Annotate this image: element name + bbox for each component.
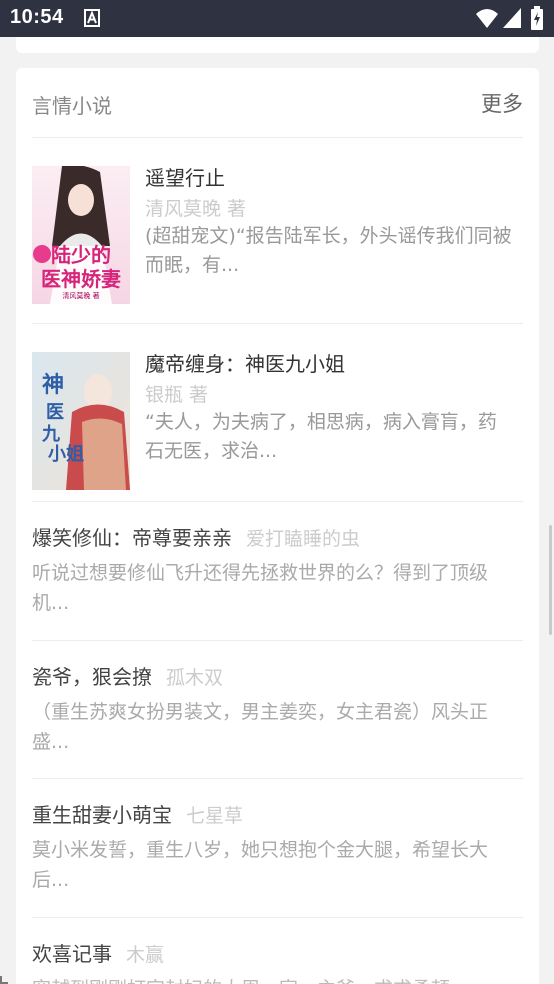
list-item-description: 穿越到刚刚打完封妃的大周，家、主爷，求求柔顿... [32,974,522,984]
cellular-signal-icon [503,8,521,32]
book-author: 清风莫晚 著 [145,198,247,220]
list-item-title[interactable]: 欢喜记事 木赢 [32,938,164,967]
section-header: 言情小说 更多 [32,68,523,138]
list-item-title-text: 欢喜记事 [32,942,112,966]
list-item-author: 木赢 [126,944,165,966]
section-title: 言情小说 [32,94,112,118]
status-time: 10:54 [10,6,64,28]
more-button[interactable]: 更多 [481,88,523,118]
book-author: 银瓶 著 [145,384,209,406]
list-item-title-text: 爆笑修仙：帝尊要亲亲 [32,526,232,550]
list-item-author: 爱打瞌睡的虫 [246,528,361,550]
list-item-description: （重生苏爽女扮男装文，男主姜奕，女主君瓷）风头正盛... [32,701,489,753]
featured-book-1[interactable]: 陆少的 医神娇妻 清风莫晚 著 遥望行止 清风莫晚 著 (超甜宠文)“报告陆军长… [32,138,523,324]
list-item-title-text: 重生甜妻小萌宝 [32,803,172,827]
wifi-icon [476,8,498,32]
list-item[interactable]: 欢喜记事木赢 穿越到刚刚打完封妃的大周，家、主爷，求求柔顿... [32,918,523,984]
romance-section-card: 言情小说 更多 陆少的 医神娇妻 清风莫晚 著 遥望行止 清风莫晚 著 (超甜宠… [16,68,539,984]
list-item-description: 听说过想要修仙飞升还得先拯救世界的么？得到了顶级机... [32,562,489,614]
battery-charging-icon [531,6,543,34]
svg-text:神: 神 [42,372,64,398]
list-item[interactable]: 重生甜妻小萌宝 七星草 莫小米发誓，重生八岁，她只想抱个金大腿，希望长大后... [32,779,523,918]
svg-text:陆少的: 陆少的 [51,243,111,267]
list-item-title[interactable]: 瓷爷，狠会撩 孤木双 [32,661,223,690]
scrollbar-thumb[interactable] [549,525,552,635]
svg-text:小姐: 小姐 [48,443,84,465]
notification-a-icon [84,9,100,31]
book-cover-1[interactable]: 陆少的 医神娇妻 清风莫晚 著 [32,166,130,304]
status-bar: 10:54 [0,0,554,37]
list-item[interactable]: 瓷爷，狠会撩 孤木双 （重生苏爽女扮男装文，男主姜奕，女主君瓷）风头正盛... [32,641,523,779]
list-item[interactable]: 爆笑修仙：帝尊要亲亲 爱打瞌睡的虫 听说过想要修仙飞升还得先拯救世界的么？得到了顶… [32,502,523,641]
list-item-author: 孤木双 [166,667,224,689]
list-item-title[interactable]: 重生甜妻小萌宝 七星草 [32,799,243,828]
book-cover-2[interactable]: 神 医 九 小姐 [32,352,130,490]
previous-card-bottom [16,37,539,53]
list-item-description: 莫小米发誓，重生八岁，她只想抱个金大腿，希望长大后... [32,839,489,891]
list-item-author: 七星草 [186,805,244,827]
svg-text:医神娇妻: 医神娇妻 [41,267,121,291]
book-description: “夫人，为夫病了，相思病，病入膏肓，药石无医，求治... [145,411,497,462]
svg-text:九: 九 [41,424,60,445]
list-item-title-text: 瓷爷，狠会撩 [32,665,152,689]
book-description: (超甜宠文)“报告陆军长，外头谣传我们同被而眠，有... [145,225,512,276]
book-title[interactable]: 遥望行止 [145,162,225,191]
corner-mark [0,976,8,984]
list-item-title[interactable]: 爆笑修仙：帝尊要亲亲 爱打瞌睡的虫 [32,522,360,551]
book-title[interactable]: 魔帝缠身：神医九小姐 [145,348,345,377]
featured-book-2[interactable]: 神 医 九 小姐 魔帝缠身：神医九小姐 银瓶 著 “夫人，为夫病了，相思病，病入… [32,324,523,502]
svg-text:清风莫晚 著: 清风莫晚 著 [62,291,99,300]
svg-text:医: 医 [46,402,64,423]
